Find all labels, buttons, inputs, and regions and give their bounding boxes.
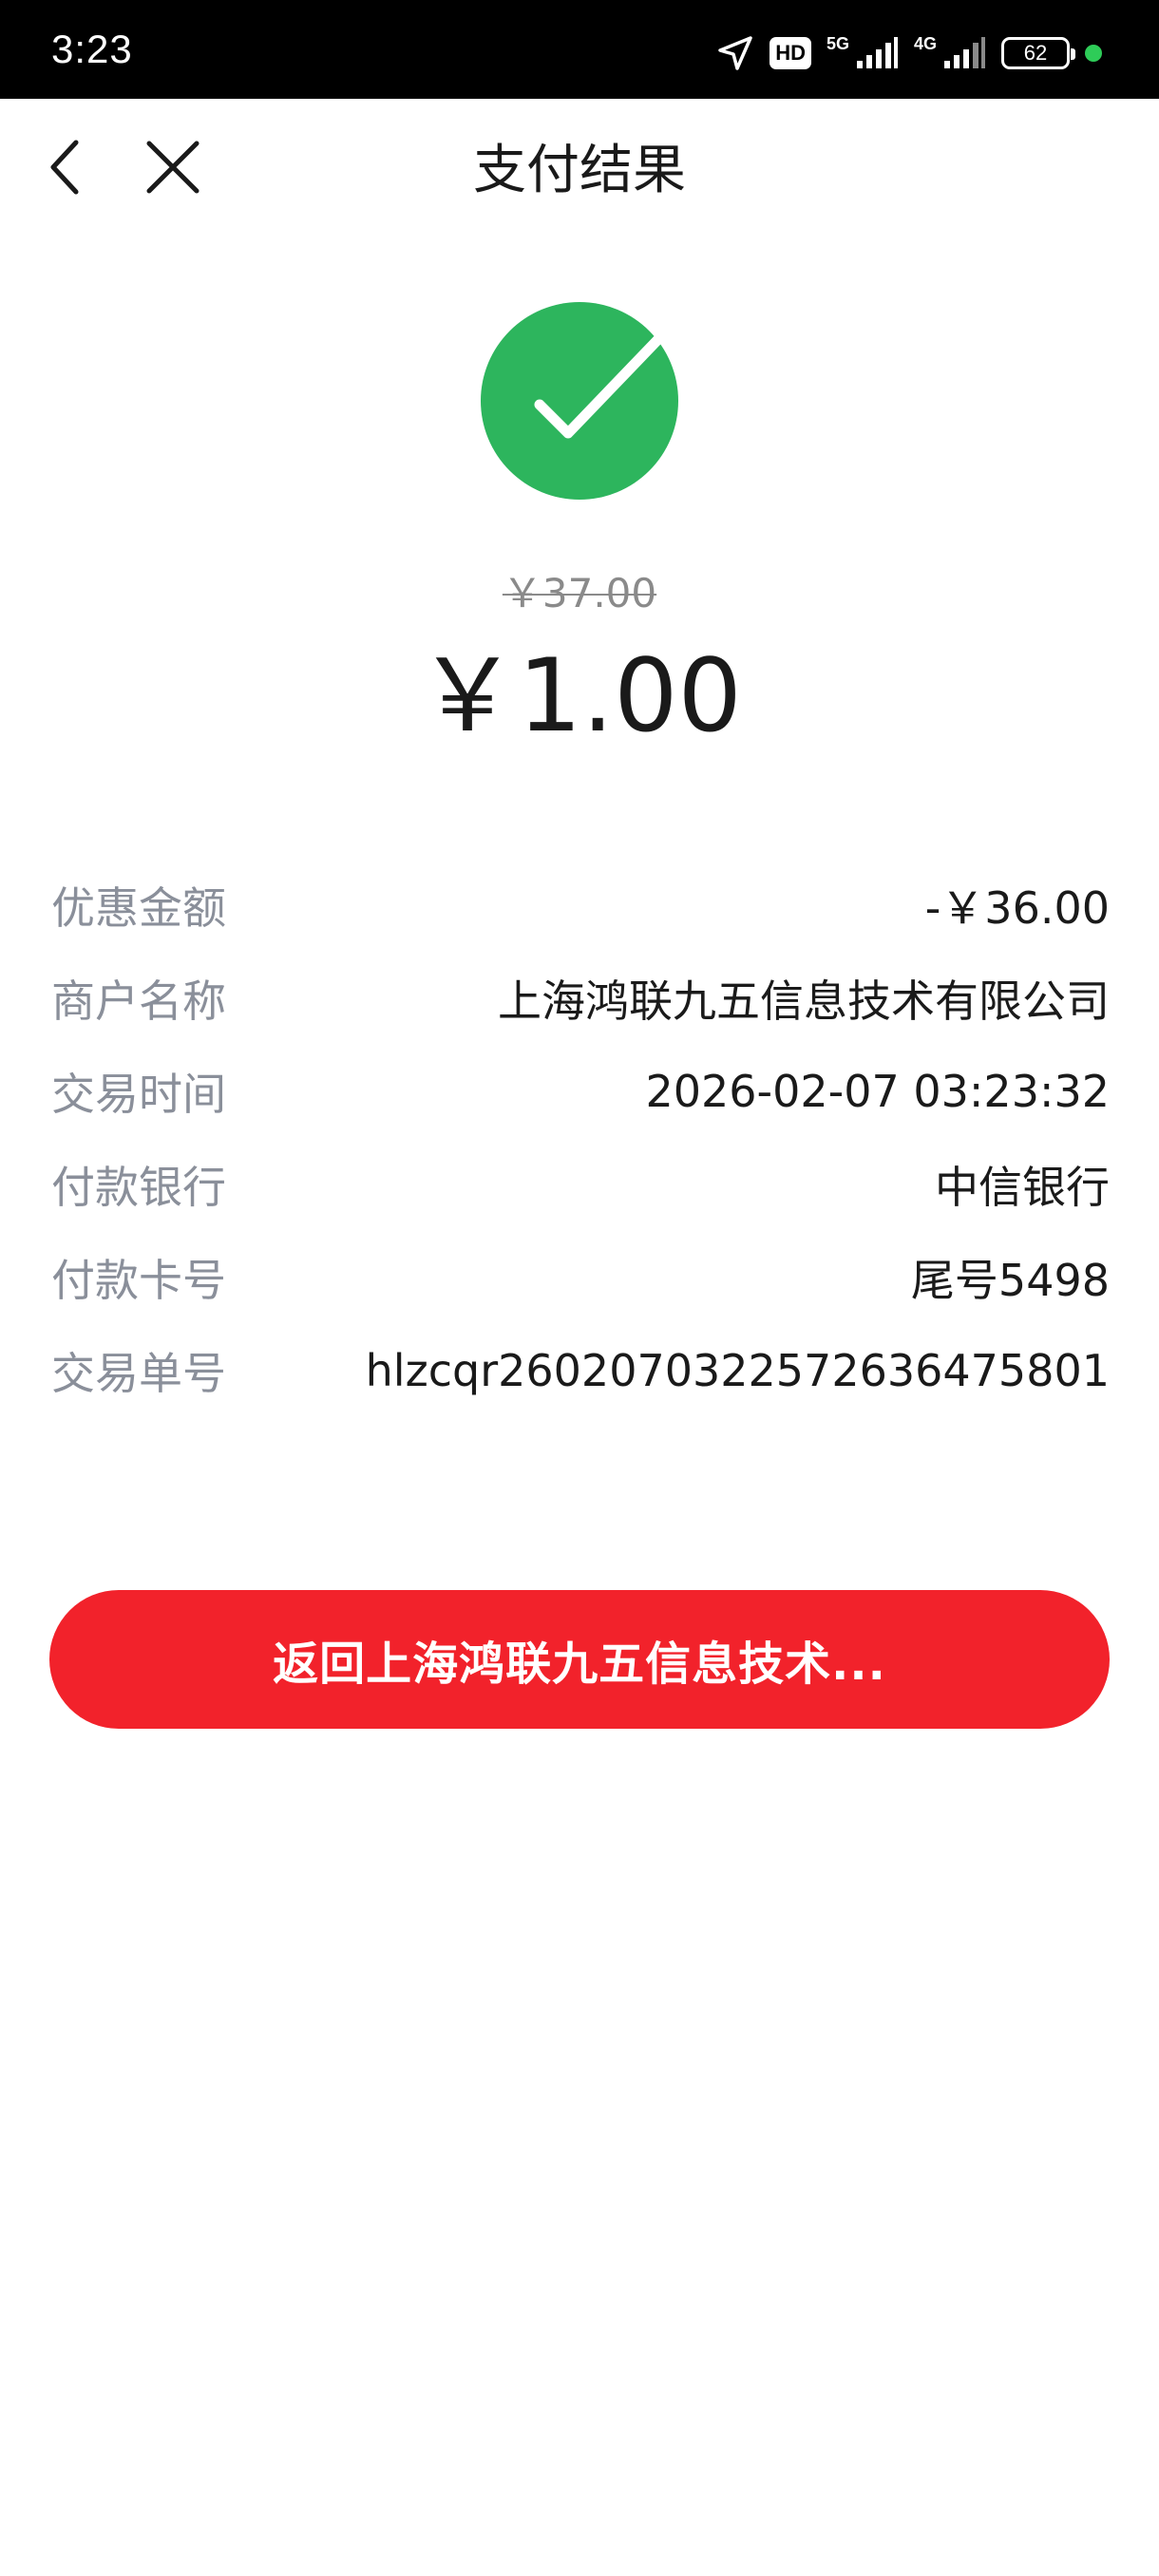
original-price: ￥37.00 [502,570,657,616]
status-icons: HD 5G 4G 62 [716,28,1102,78]
checkmark-circle-icon [481,302,678,500]
detail-value: 2026-02-07 03:23:32 [645,1066,1110,1117]
transaction-details: 优惠金额 -￥36.00 商户名称 上海鸿联九五信息技术有限公司 交易时间 20… [51,859,1110,1417]
detail-value: 上海鸿联九五信息技术有限公司 [498,975,1110,1027]
detail-label: 付款卡号 [51,1255,226,1306]
hd-badge: HD [770,37,811,69]
detail-label: 交易单号 [51,1348,226,1399]
signal-bars-icon [942,36,986,70]
detail-label: 商户名称 [51,975,226,1027]
detail-label: 付款银行 [51,1162,226,1213]
nav-bar: 支付结果 [0,99,1159,239]
detail-row-bank: 付款银行 中信银行 [51,1138,1110,1231]
detail-value: 中信银行 [935,1162,1110,1213]
signal-bars-icon [855,36,899,70]
status-time: 3:23 [51,27,133,71]
detail-row-order-number: 交易单号 hlzcqr26020703225726364758​01 [51,1324,1110,1417]
detail-label: 交易时间 [51,1069,226,1120]
detail-value: 尾号5498 [910,1255,1110,1306]
page-title: 支付结果 [473,140,686,201]
network-5g-label: 5G [826,34,849,53]
detail-row-card: 付款卡号 尾号5498 [51,1231,1110,1324]
detail-row-time: 交易时间 2026-02-07 03:23:32 [51,1045,1110,1138]
detail-value: hlzcqr26020703225726364758​01 [365,1345,1110,1396]
navigation-arrow-icon [716,34,754,72]
network-4g-label: 4G [913,34,937,53]
battery-icon: 62 [1001,37,1075,69]
battery-level: 62 [1023,41,1048,65]
detail-row-discount: 优惠金额 -￥36.00 [51,859,1110,952]
detail-row-merchant: 商户名称 上海鸿联九五信息技术有限公司 [51,952,1110,1045]
status-bar: 3:23 HD 5G 4G 62 [0,0,1159,99]
charging-dot-icon [1085,45,1102,62]
detail-value: -￥36.00 [924,882,1110,934]
detail-label: 优惠金额 [51,882,226,934]
return-to-merchant-button[interactable]: 返回上海鸿联九五信息技术... [49,1590,1110,1729]
paid-amount: ￥1.00 [416,637,742,754]
